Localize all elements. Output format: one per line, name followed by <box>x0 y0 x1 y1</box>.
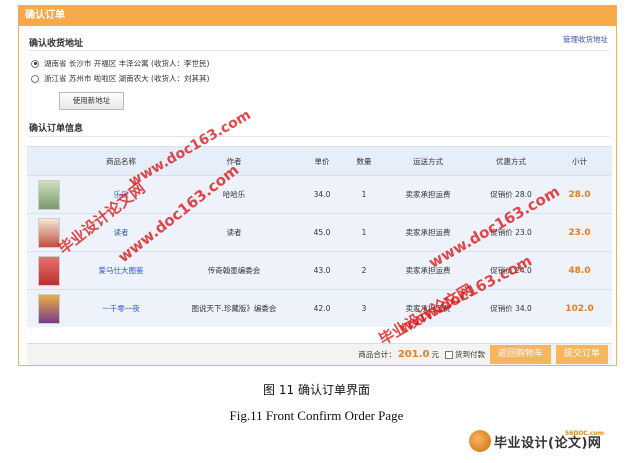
divider <box>29 136 610 137</box>
author-cell: 读者 <box>226 228 242 237</box>
subtotal-cell: 102.0 <box>565 303 594 314</box>
address-text: 浙江省 苏州市 啦啦区 湖南农大 (收货人：刘其其) <box>44 74 210 83</box>
author-cell: 图说天下.珍藏版》编委会 <box>191 304 277 313</box>
price-cell: 34.0 <box>313 190 331 199</box>
header-qty: 数量 <box>356 156 372 166</box>
book-cover-image[interactable] <box>38 179 60 210</box>
manage-address-link[interactable]: 管理收货地址 <box>563 34 608 45</box>
order-table: 商品名称 作者 单价 数量 运送方式 优惠方式 小计 乐乐 哈哈乐 34.0 1… <box>27 146 612 327</box>
qty-cell: 2 <box>361 266 367 275</box>
header-discount: 优惠方式 <box>496 156 526 166</box>
table-header: 商品名称 作者 单价 数量 运送方式 优惠方式 小计 <box>27 146 612 175</box>
header-price: 单价 <box>314 156 330 166</box>
price-cell: 43.0 <box>313 266 331 275</box>
figure-caption-zh: 图 11 确认订单界面 <box>263 383 370 397</box>
address-radio-selected[interactable] <box>31 59 39 68</box>
currency-label: 元 <box>431 350 439 359</box>
header-subtotal: 小计 <box>572 156 587 166</box>
figure-caption-en: Fig.11 Front Confirm Order Page <box>229 408 404 423</box>
qty-cell: 3 <box>361 304 367 313</box>
price-cell: 42.0 <box>313 304 331 313</box>
shipping-section-title: 确认收货地址 <box>29 39 84 49</box>
shipping-cell: 卖家承担运费 <box>405 266 451 275</box>
cod-label: 货到付款 <box>454 350 485 359</box>
panel-title: 确认订单 <box>19 6 616 26</box>
cod-checkbox[interactable] <box>444 350 453 359</box>
total-value: 201.0 <box>397 349 430 360</box>
product-name-link[interactable]: 爱马仕大图鉴 <box>71 265 171 276</box>
site-logo: 毕业设计(论文)网 <box>469 430 601 452</box>
subtotal-cell: 48.0 <box>568 265 591 276</box>
subtotal-cell: 23.0 <box>568 227 591 238</box>
shipping-cell: 卖家承担运费 <box>405 190 451 199</box>
use-new-address-button[interactable]: 使用新地址 <box>59 92 124 110</box>
table-row: 一千零一夜 图说天下.珍藏版》编委会 42.0 3 卖家承担运费 促销价 34.… <box>27 289 612 327</box>
address-option-1[interactable]: 湖南省 长沙市 开福区 丰泽公寓 (收货人：李世民) <box>31 58 209 69</box>
header-shipping: 运送方式 <box>413 156 443 166</box>
confirm-order-panel: 确认订单 确认收货地址 管理收货地址 湖南省 长沙市 开福区 丰泽公寓 (收货人… <box>18 5 617 366</box>
address-text: 湖南省 长沙市 开福区 丰泽公寓 (收货人：李世民) <box>44 59 210 68</box>
qty-cell: 1 <box>361 228 367 237</box>
total-label: 商品合计： <box>358 350 396 359</box>
discount-cell: 促销价 34.0 <box>490 304 532 313</box>
qty-cell: 1 <box>361 190 367 199</box>
address-radio[interactable] <box>31 74 39 83</box>
divider <box>29 50 610 51</box>
book-cover-image[interactable] <box>38 293 60 324</box>
address-option-2[interactable]: 浙江省 苏州市 啦啦区 湖南农大 (收货人：刘其其) <box>31 73 209 84</box>
back-to-cart-button[interactable]: 返回购物车 <box>489 345 551 364</box>
logo-text: 毕业设计(论文)网 <box>494 435 602 451</box>
submit-order-button[interactable]: 提交订单 <box>555 345 608 364</box>
order-footer: 商品合计： 201.0 元 货到付款 返回购物车 提交订单 <box>27 343 612 365</box>
book-cover-image[interactable] <box>38 255 60 286</box>
logo-icon <box>469 430 491 452</box>
product-name-link[interactable]: 一千零一夜 <box>71 303 171 314</box>
order-section-title: 确认订单信息 <box>29 124 84 134</box>
price-cell: 45.0 <box>313 228 331 237</box>
author-cell: 传奇翰墨编委会 <box>207 266 261 275</box>
